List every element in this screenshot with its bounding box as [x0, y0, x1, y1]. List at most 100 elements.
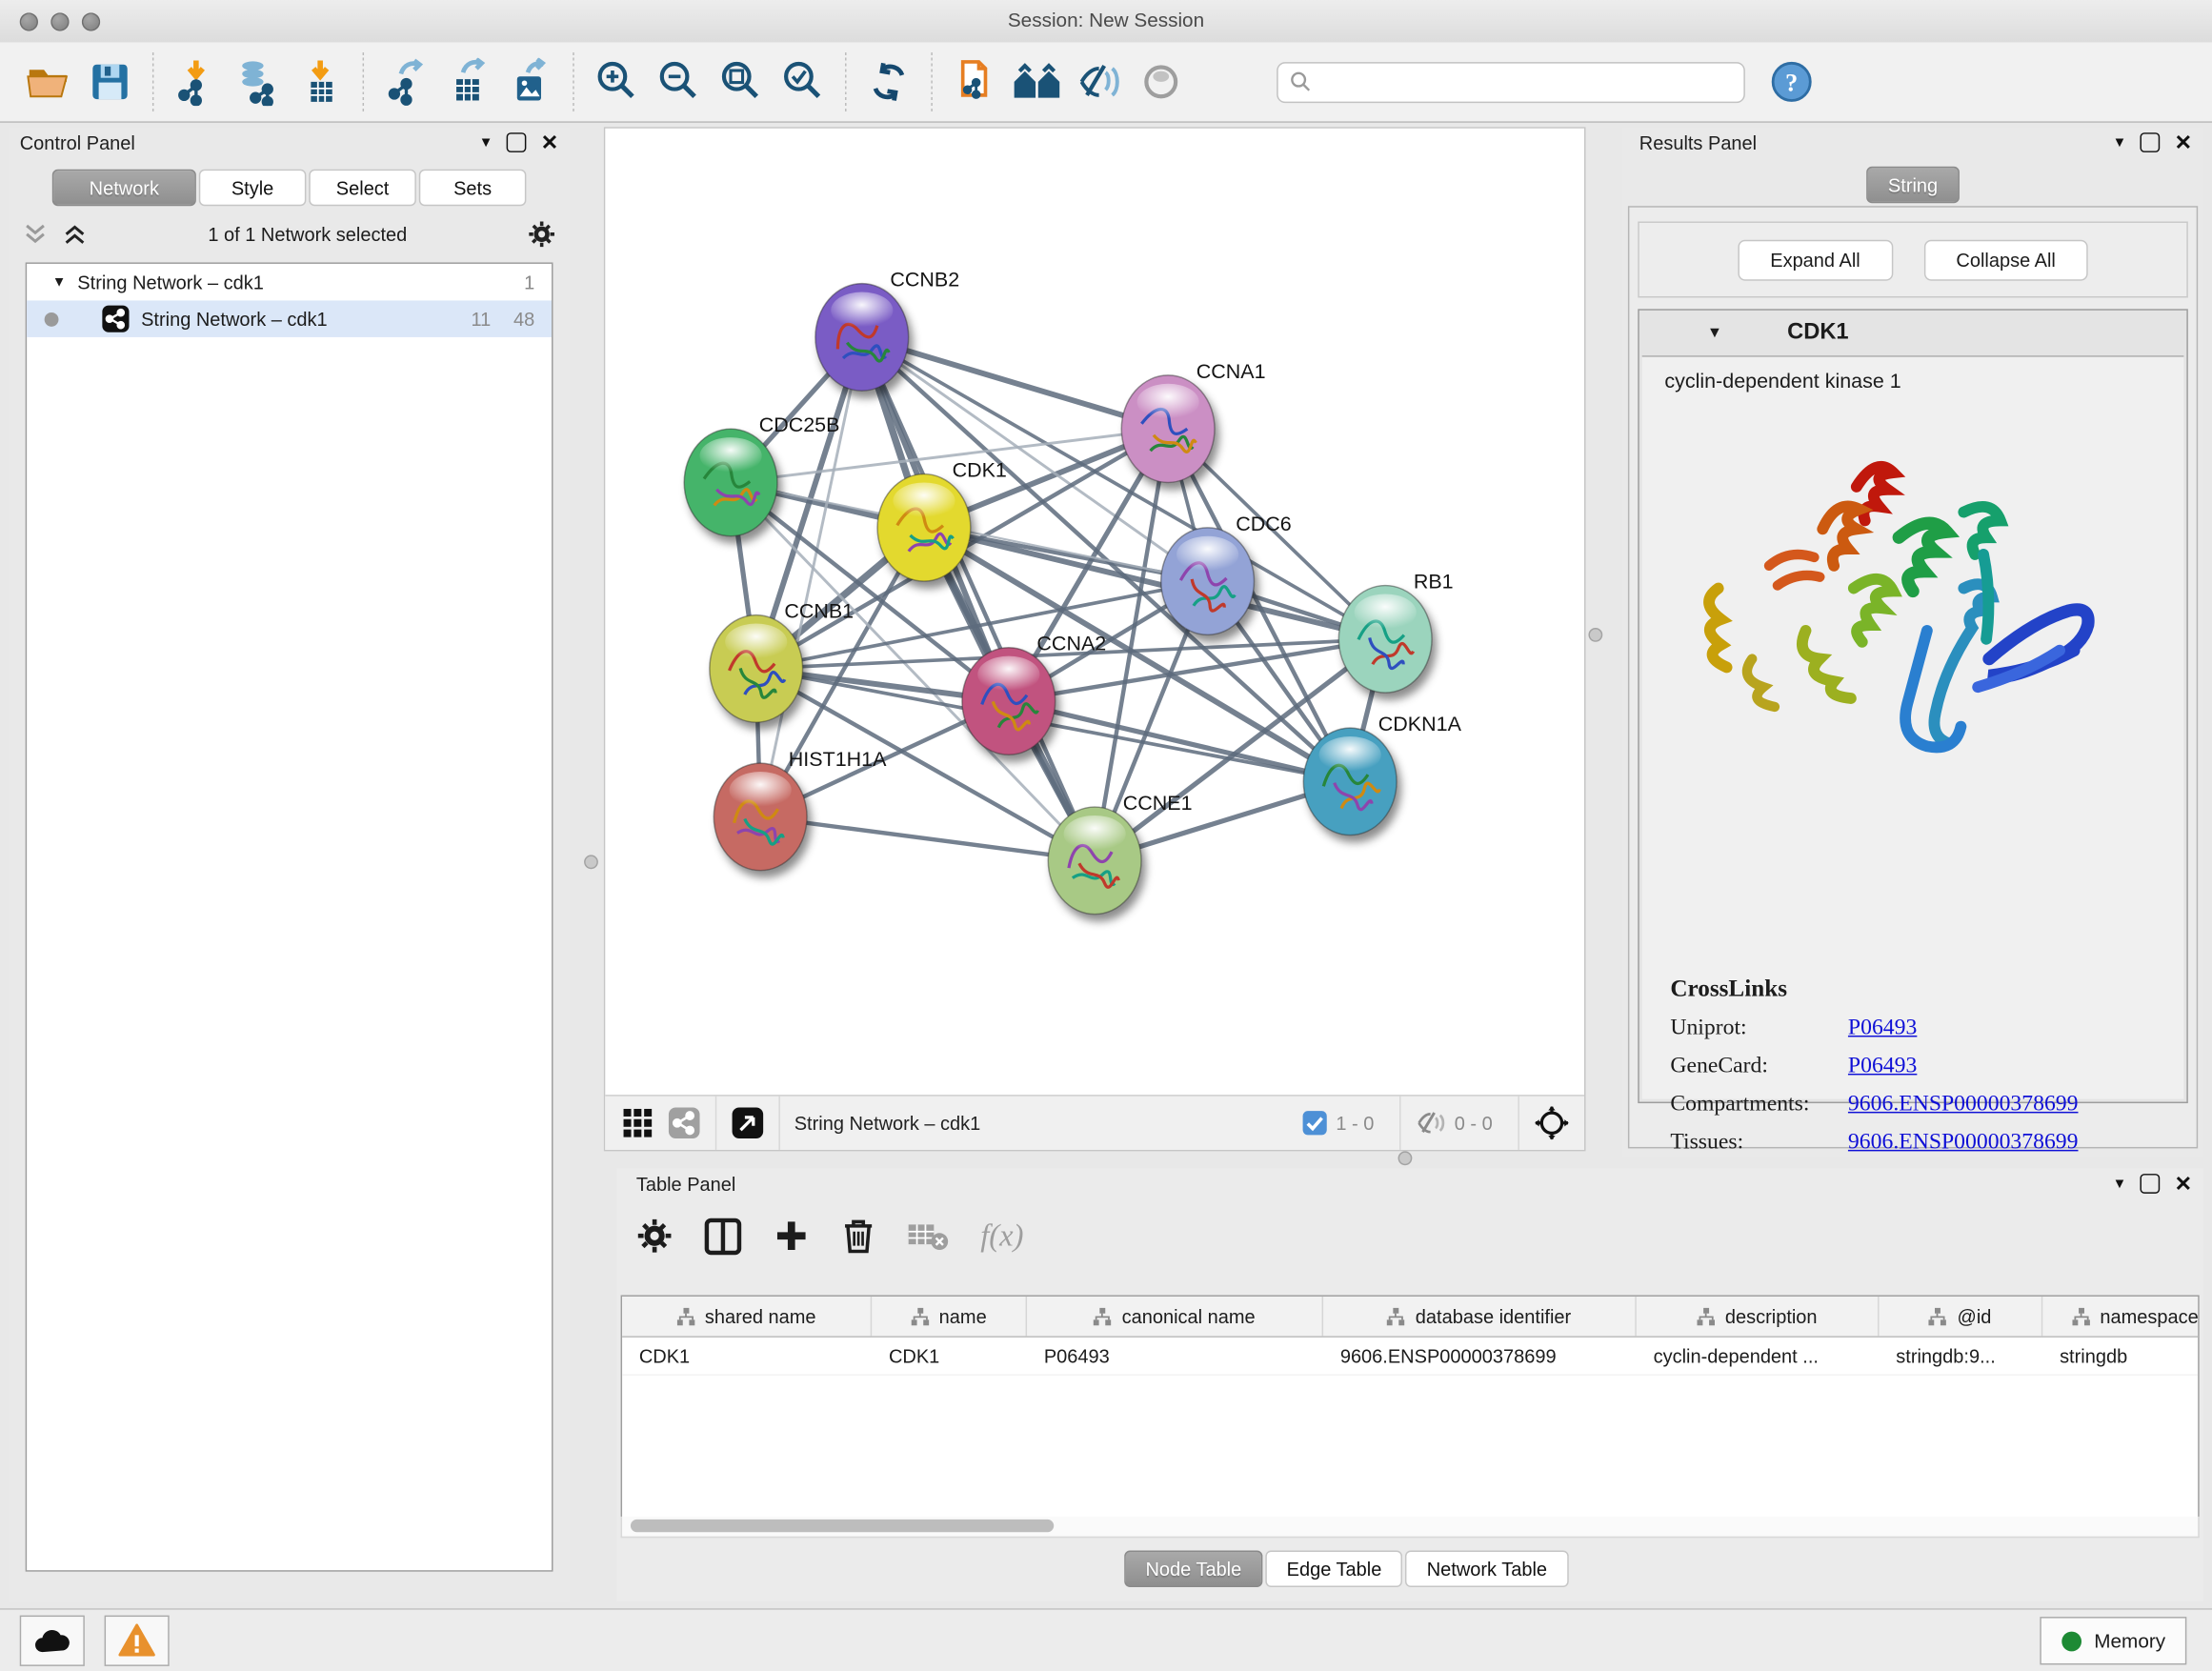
delete-column-icon[interactable]	[841, 1217, 876, 1255]
table-horizontal-scrollbar[interactable]	[621, 1517, 2200, 1538]
node-CCNA2[interactable]	[962, 648, 1056, 755]
close-panel-icon[interactable]: ✕	[2175, 131, 2193, 152]
edge-CCNB2-CCNE1[interactable]	[862, 337, 1095, 860]
tab-style[interactable]: Style	[199, 170, 307, 207]
network-canvas[interactable]: CCNB2CCNA1CDC25BCDK1CDC6RB1CCNB1CCNA2CDK…	[604, 127, 1586, 1151]
float-panel-icon[interactable]: ▼	[2113, 1176, 2127, 1191]
table-cell[interactable]: CDK1	[622, 1338, 872, 1375]
column-header-name[interactable]: name	[872, 1297, 1027, 1336]
float-panel-icon[interactable]: ▼	[2113, 134, 2127, 150]
table-cell[interactable]: stringdb:9...	[1880, 1338, 2043, 1375]
network-collection-row[interactable]: ▼ String Network – cdk1 1	[27, 264, 552, 301]
zoom-selected-icon[interactable]	[775, 55, 829, 109]
table-row[interactable]: CDK1CDK1P064939606.ENSP00000378699cyclin…	[622, 1338, 2198, 1376]
node-RB1[interactable]	[1338, 586, 1432, 694]
toolbar-separator	[845, 52, 846, 111]
tab-node-table[interactable]: Node Table	[1124, 1550, 1262, 1587]
node-CCNB2[interactable]	[815, 284, 909, 392]
import-network-icon[interactable]	[170, 55, 223, 109]
node-CDC25B[interactable]	[684, 429, 777, 536]
selected-checkbox-icon[interactable]	[1302, 1110, 1328, 1136]
options-gear-icon[interactable]	[528, 220, 556, 249]
edge-CCNB2-CCNA1[interactable]	[862, 337, 1168, 429]
export-network-icon[interactable]	[379, 55, 432, 109]
left-splitter-handle[interactable]	[584, 855, 598, 869]
tab-network-table[interactable]: Network Table	[1405, 1550, 1568, 1587]
node-CCNB1[interactable]	[710, 615, 803, 723]
column-header-canonical-name[interactable]: canonical name	[1027, 1297, 1323, 1336]
column-header-@id[interactable]: @id	[1880, 1297, 2043, 1336]
zoom-fit-icon[interactable]	[714, 55, 767, 109]
tab-select[interactable]: Select	[309, 170, 416, 207]
network-view-icon[interactable]	[667, 1106, 701, 1140]
cloud-status-button[interactable]	[20, 1616, 85, 1666]
collapse-all-icon[interactable]	[23, 223, 49, 246]
right-splitter-handle[interactable]	[1588, 628, 1602, 642]
close-panel-icon[interactable]: ✕	[2175, 1173, 2193, 1194]
table-cell[interactable]: 9606.ENSP00000378699	[1323, 1338, 1637, 1375]
crosslink-link[interactable]: 9606.ENSP00000378699	[1848, 1092, 2079, 1117]
crosslink-link[interactable]: P06493	[1848, 1054, 1917, 1079]
show-columns-icon[interactable]	[704, 1217, 742, 1255]
maximize-panel-icon[interactable]	[507, 132, 527, 152]
collapse-all-button[interactable]: Collapse All	[1923, 239, 2088, 280]
help-icon[interactable]: ?	[1765, 55, 1819, 109]
crosslink-link[interactable]: 9606.ENSP00000378699	[1848, 1130, 2079, 1156]
search-input[interactable]	[1312, 70, 1713, 93]
add-column-icon[interactable]	[774, 1218, 811, 1255]
search-field[interactable]	[1277, 61, 1745, 102]
memory-button[interactable]: Memory	[2041, 1617, 2186, 1664]
zoom-in-icon[interactable]	[590, 55, 643, 109]
refresh-icon[interactable]	[862, 55, 915, 109]
maximize-panel-icon[interactable]	[2141, 1174, 2161, 1194]
network-row-selected[interactable]: String Network – cdk1 11 48	[27, 300, 552, 337]
table-options-gear-icon[interactable]	[636, 1218, 674, 1255]
column-header-description[interactable]: description	[1637, 1297, 1880, 1336]
float-panel-icon[interactable]: ▼	[479, 134, 493, 150]
maximize-panel-icon[interactable]	[2141, 132, 2161, 152]
export-table-icon[interactable]	[442, 55, 495, 109]
tab-sets[interactable]: Sets	[419, 170, 527, 207]
table-cell[interactable]: stringdb	[2042, 1338, 2199, 1375]
new-network-from-selection-icon[interactable]	[948, 55, 1001, 109]
detach-view-icon[interactable]	[731, 1106, 765, 1140]
horizontal-splitter-handle[interactable]	[1398, 1151, 1413, 1165]
first-neighbors-icon[interactable]	[1010, 55, 1063, 109]
hide-selected-icon[interactable]	[1072, 55, 1125, 109]
node-CDKN1A[interactable]	[1303, 728, 1397, 836]
edge-CCNB2-HIST1H1A[interactable]	[760, 337, 862, 816]
node-CCNA1[interactable]	[1121, 375, 1215, 483]
warnings-button[interactable]	[105, 1616, 170, 1666]
grid-view-icon[interactable]	[622, 1107, 654, 1138]
import-network-database-icon[interactable]	[231, 55, 285, 109]
node-CCNE1[interactable]	[1048, 807, 1141, 915]
tab-network[interactable]: Network	[52, 170, 196, 207]
show-all-icon[interactable]	[1135, 55, 1188, 109]
collection-expander-icon[interactable]: ▼	[52, 274, 67, 290]
table-cell[interactable]: P06493	[1027, 1338, 1323, 1375]
tab-edge-table[interactable]: Edge Table	[1265, 1550, 1402, 1587]
expand-all-button[interactable]: Expand All	[1738, 239, 1893, 280]
birds-eye-view-icon[interactable]	[1534, 1105, 1571, 1142]
close-panel-icon[interactable]: ✕	[541, 131, 559, 152]
network-graph[interactable]: CCNB2CCNA1CDC25BCDK1CDC6RB1CCNB1CCNA2CDK…	[605, 129, 1584, 1097]
open-session-icon[interactable]	[21, 55, 74, 109]
section-expander-icon[interactable]: ▼	[1707, 325, 1722, 342]
scrollbar-thumb[interactable]	[631, 1520, 1054, 1532]
column-header-shared-name[interactable]: shared name	[622, 1297, 872, 1336]
zoom-out-icon[interactable]	[652, 55, 705, 109]
column-header-namespace[interactable]: namespace	[2042, 1297, 2199, 1336]
crosslink-link[interactable]: P06493	[1848, 1016, 1917, 1041]
table-cell[interactable]: CDK1	[872, 1338, 1027, 1375]
export-image-icon[interactable]	[504, 55, 557, 109]
node-CDC6[interactable]	[1161, 528, 1255, 635]
edge-HIST1H1A-CCNE1[interactable]	[760, 816, 1095, 860]
import-table-icon[interactable]	[293, 55, 347, 109]
node-HIST1H1A[interactable]	[714, 763, 807, 871]
expand-all-icon[interactable]	[62, 223, 88, 246]
save-session-icon[interactable]	[83, 55, 136, 109]
node-CDK1[interactable]	[877, 474, 971, 582]
tab-string[interactable]: String	[1867, 167, 1960, 204]
table-cell[interactable]: cyclin-dependent ...	[1637, 1338, 1880, 1375]
column-header-database-identifier[interactable]: database identifier	[1323, 1297, 1637, 1336]
